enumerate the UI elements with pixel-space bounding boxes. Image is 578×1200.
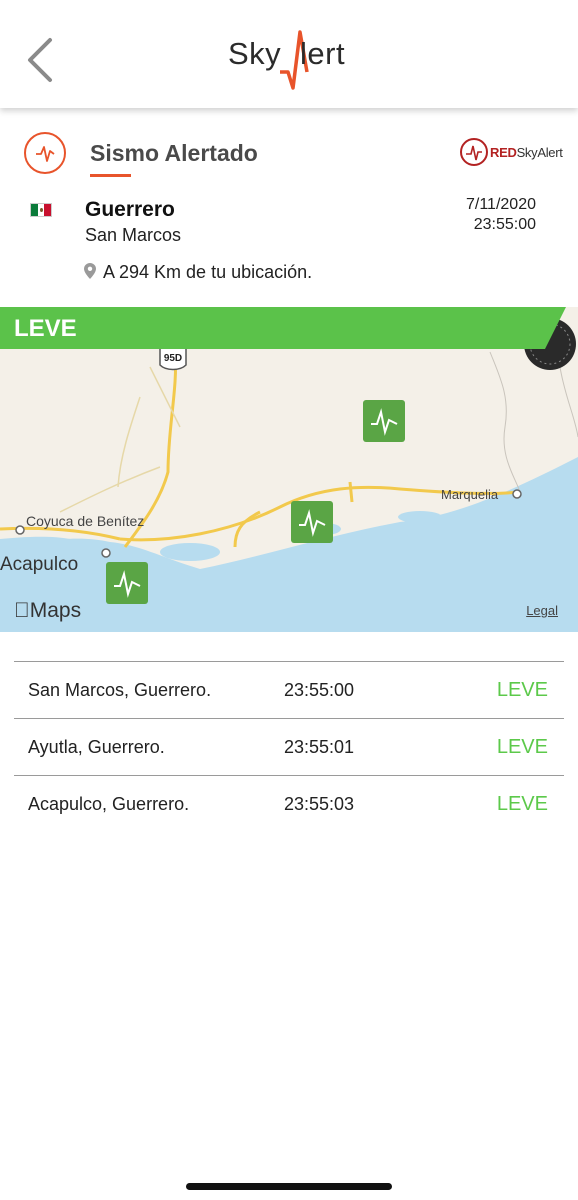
apple-icon:  [14, 599, 30, 622]
legal-link[interactable]: Legal [526, 603, 558, 618]
logo-text-lert: lert [300, 36, 346, 71]
alert-title: Sismo Alertado [90, 140, 258, 166]
app-header: Sky lert [0, 0, 578, 108]
svg-text:95D: 95D [164, 353, 182, 364]
home-indicator[interactable] [186, 1183, 392, 1190]
severity-level: LEVE [14, 315, 77, 342]
report-level: LEVE [496, 793, 548, 815]
location-city: San Marcos [85, 225, 182, 245]
logo-text-sky: Sky [228, 36, 282, 71]
list-item[interactable]: Ayutla, Guerrero. 23:55:01 LEVE [14, 718, 564, 775]
highway-95d-shield: 95D [159, 346, 187, 371]
report-time: 23:55:01 [284, 737, 355, 757]
redskyalert-text: REDSkyAlert [490, 145, 563, 160]
map-label-marquelia: Marquelia [441, 487, 499, 502]
seismic-wave-icon [114, 570, 141, 598]
seismic-marker[interactable] [291, 501, 333, 543]
severity-banner [0, 307, 566, 349]
report-time: 23:55:00 [284, 680, 355, 700]
redskyalert-circle-icon [460, 138, 488, 166]
seismic-wave-icon [371, 408, 398, 436]
redskyalert-logo: REDSkyAlert [460, 138, 564, 168]
map-view[interactable]: 95D Coyuca de Benítez Acapulco Marquelia… [0, 307, 578, 632]
location-pin-icon [84, 263, 96, 279]
map-label-coyuca: Coyuca de Benítez [26, 513, 144, 529]
earthquake-alert-icon [24, 132, 66, 174]
seismic-wave-icon [299, 509, 326, 537]
report-place: Acapulco, Guerrero. [28, 794, 190, 814]
map-base: 95D Coyuca de Benítez Acapulco Marquelia [0, 318, 578, 632]
seismic-marker[interactable] [106, 562, 148, 604]
report-place: Ayutla, Guerrero. [28, 737, 165, 757]
location-state: Guerrero [85, 198, 175, 221]
alert-time: 23:55:00 [473, 216, 536, 233]
list-item[interactable]: San Marcos, Guerrero. 23:55:00 LEVE [14, 661, 564, 718]
list-item[interactable]: Acapulco, Guerrero. 23:55:03 LEVE [14, 775, 564, 832]
chevron-left-icon[interactable] [22, 36, 62, 84]
report-level: LEVE [496, 736, 548, 758]
mexico-flag-icon [30, 203, 52, 217]
apple-maps-logo: Maps [14, 599, 81, 622]
report-time: 23:55:03 [284, 794, 355, 814]
seismic-marker[interactable] [363, 400, 405, 442]
report-place: San Marcos, Guerrero. [28, 680, 212, 700]
distance-text: A 294 Km de tu ubicación. [103, 262, 313, 282]
report-level: LEVE [496, 679, 548, 701]
reports-list: San Marcos, Guerrero. 23:55:00 LEVE Ayut… [14, 661, 564, 832]
map-label-acapulco: Acapulco [0, 554, 78, 575]
alert-date: 7/11/2020 [466, 196, 536, 213]
skyalert-logo: Sky lert [228, 28, 358, 92]
title-underline [90, 174, 131, 177]
